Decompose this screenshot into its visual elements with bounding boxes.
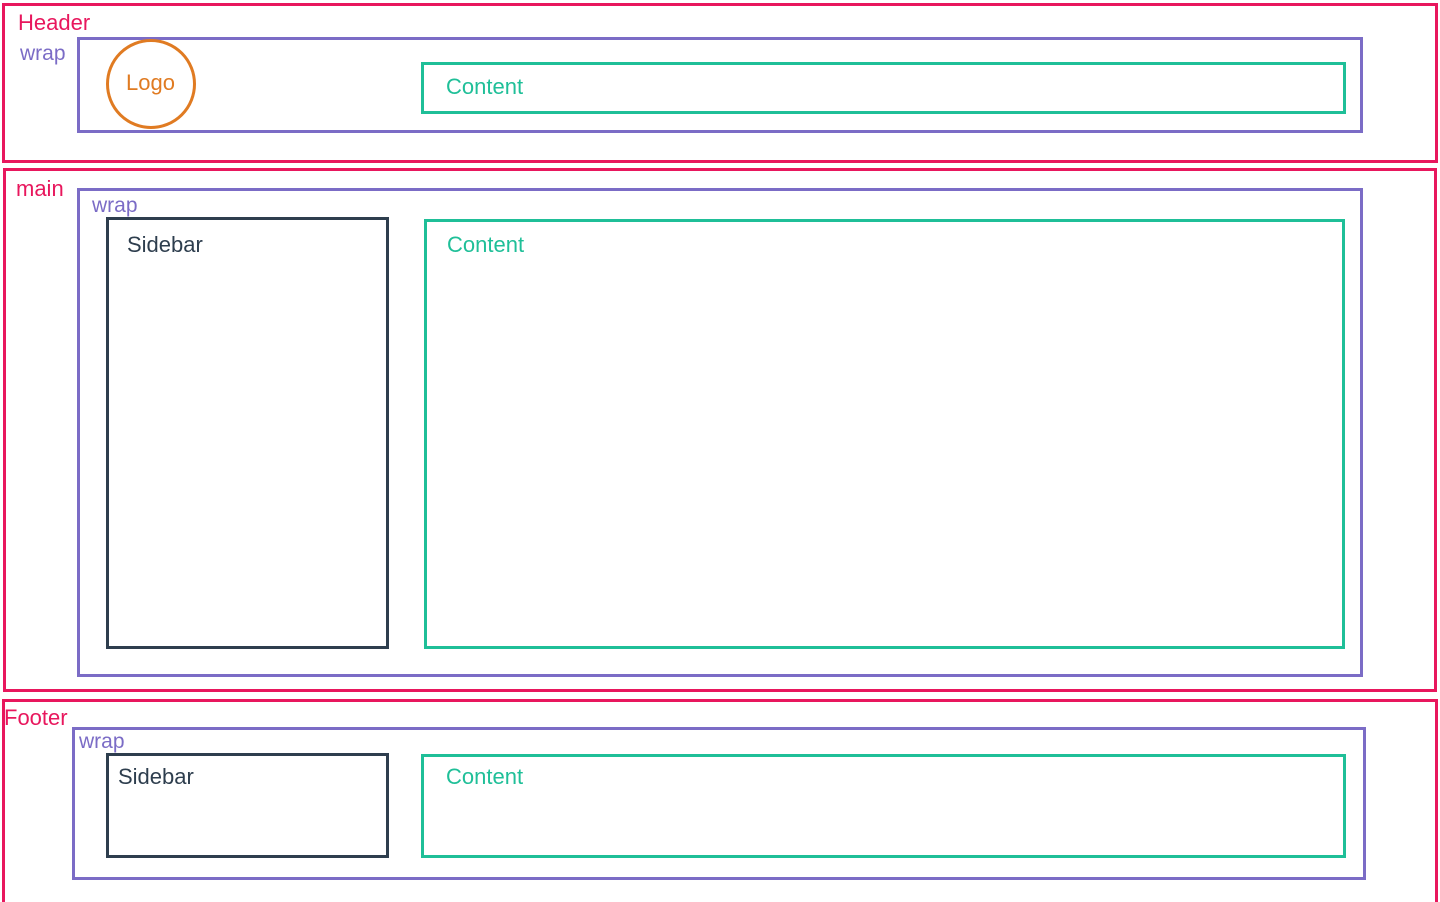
footer-content-box (421, 754, 1346, 858)
header-region-label: Header (18, 10, 91, 35)
logo-label: Logo (126, 70, 175, 95)
header-wrap-label: wrap (20, 42, 66, 65)
footer-wrap-label: wrap (79, 730, 125, 753)
main-content-label: Content (447, 232, 525, 257)
header-content-label: Content (446, 74, 524, 99)
footer-region-label: Footer (4, 705, 68, 730)
main-region-label: main (16, 176, 64, 201)
main-sidebar-label: Sidebar (127, 232, 203, 257)
main-wrap-label: wrap (92, 194, 138, 217)
footer-content-label: Content (446, 764, 524, 789)
header-content-box (421, 62, 1346, 114)
footer-sidebar-label: Sidebar (118, 764, 194, 789)
main-content-box (424, 219, 1345, 649)
main-sidebar-box (106, 217, 389, 649)
